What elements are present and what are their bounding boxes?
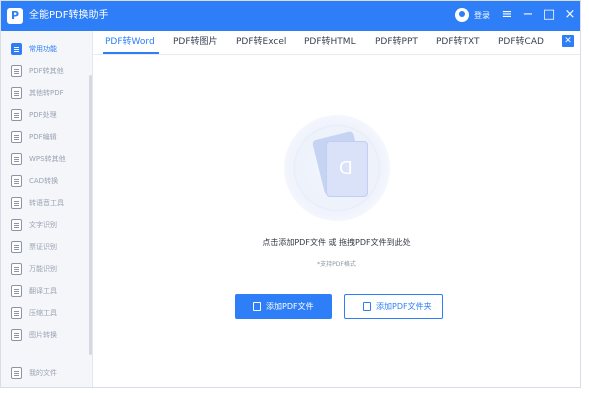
sidebar-item-common[interactable]: 常用功能: [1, 39, 93, 59]
app-window: P 全能PDF转换助手 登录 ≡ − □ × 常用功能 PDF转其他 其他转PD…: [0, 0, 581, 388]
wps-to-other-icon: [11, 153, 22, 165]
sidebar-item-label: PDF转其他: [29, 67, 64, 75]
tab-pdf-to-cad[interactable]: PDF转CAD: [498, 35, 544, 49]
app-title: 全能PDF转换助手: [29, 10, 109, 21]
sidebar-item-label: 我的文件: [29, 369, 57, 377]
sidebar-item-ocr[interactable]: 文字识别: [1, 215, 93, 235]
sidebar-item-compress[interactable]: 压缩工具: [1, 303, 93, 323]
compress-tool-icon: [11, 307, 22, 319]
sidebar-item-wps-to-other[interactable]: WPS转其他: [1, 149, 93, 169]
sidebar-item-label: WPS转其他: [29, 155, 66, 163]
tab-pdf-to-ppt[interactable]: PDF转PPT: [375, 35, 418, 49]
image-convert-icon: [11, 329, 22, 341]
sidebar-item-label: 常用功能: [29, 45, 57, 53]
tab-pdf-to-word[interactable]: PDF转Word: [105, 35, 155, 49]
universal-recognition-icon: [11, 263, 22, 275]
sidebar-item-ticket[interactable]: 票证识别: [1, 237, 93, 257]
main-panel: PDF转Word PDF转图片 PDF转Excel PDF转HTML PDF转P…: [93, 31, 580, 387]
menu-icon[interactable]: ≡: [499, 7, 515, 23]
conversion-tabs: PDF转Word PDF转图片 PDF转Excel PDF转HTML PDF转P…: [93, 31, 580, 55]
sidebar-item-label: 其他转PDF: [29, 89, 64, 97]
title-bar: P 全能PDF转换助手 登录 ≡ − □ ×: [1, 1, 580, 31]
sidebar-item-my-files[interactable]: 我的文件: [1, 363, 93, 383]
other-to-pdf-icon: [11, 87, 22, 99]
pdf-logo-icon: ᗡ: [339, 158, 353, 179]
app-logo-icon: P: [7, 8, 23, 24]
add-folder-icon: [363, 302, 371, 311]
sidebar-item-label: 文字识别: [29, 221, 57, 229]
tab-pdf-to-excel[interactable]: PDF转Excel: [236, 35, 286, 49]
tab-pdf-to-image[interactable]: PDF转图片: [173, 35, 218, 49]
close-icon[interactable]: ×: [562, 7, 578, 23]
add-file-icon: [253, 302, 261, 311]
add-folder-label: 添加PDF文件夹: [376, 302, 432, 311]
add-file-label: 添加PDF文件: [266, 302, 314, 311]
drop-zone-hint[interactable]: 点击添加PDF文件 或 拖拽PDF文件到此处: [93, 237, 580, 249]
add-pdf-folder-button[interactable]: 添加PDF文件夹: [344, 294, 443, 319]
add-pdf-file-button[interactable]: 添加PDF文件: [235, 294, 332, 319]
sidebar-item-label: PDF编辑: [29, 133, 57, 141]
sidebar-scrollbar[interactable]: [89, 75, 92, 355]
ticket-recognition-icon: [11, 241, 22, 253]
sidebar-item-pdf-process[interactable]: PDF处理: [1, 105, 93, 125]
sidebar-item-label: 翻译工具: [29, 287, 57, 295]
pdf-document-icon: ᗡ: [326, 141, 368, 197]
sidebar-item-label: 票证识别: [29, 243, 57, 251]
sidebar-item-label: PDF处理: [29, 111, 57, 119]
cad-convert-icon: [11, 175, 22, 187]
translate-tool-icon: [11, 285, 22, 297]
sidebar-item-label: 图片转换: [29, 331, 57, 339]
user-avatar-icon[interactable]: [455, 8, 469, 22]
pdf-to-other-icon: [11, 65, 22, 77]
sidebar-item-speech[interactable]: 转语音工具: [1, 193, 93, 213]
sidebar-item-cad[interactable]: CAD转换: [1, 171, 93, 191]
common-functions-icon: [11, 43, 22, 55]
tab-pdf-to-txt[interactable]: PDF转TXT: [436, 35, 480, 49]
sidebar: 常用功能 PDF转其他 其他转PDF PDF处理 PDF编辑 WPS转其他 CA…: [1, 31, 93, 387]
pdf-process-icon: [11, 109, 22, 121]
sidebar-item-label: 万能识别: [29, 265, 57, 273]
maximize-icon[interactable]: □: [541, 7, 557, 23]
my-files-icon: [11, 367, 22, 379]
sidebar-item-label: 压缩工具: [29, 309, 57, 317]
sidebar-item-image[interactable]: 图片转换: [1, 325, 93, 345]
supported-format-note: *支持PDF格式: [317, 261, 356, 268]
sidebar-item-pdf-to-other[interactable]: PDF转其他: [1, 61, 93, 81]
pdf-edit-icon: [11, 131, 22, 143]
sidebar-item-translate[interactable]: 翻译工具: [1, 281, 93, 301]
panel-close-icon[interactable]: ✕: [562, 35, 574, 47]
sidebar-item-other-to-pdf[interactable]: 其他转PDF: [1, 83, 93, 103]
text-recognition-icon: [11, 219, 22, 231]
tab-pdf-to-html[interactable]: PDF转HTML: [304, 35, 356, 49]
sidebar-item-label: CAD转换: [29, 177, 59, 185]
speech-tool-icon: [11, 197, 22, 209]
active-tab-indicator: [103, 52, 159, 54]
login-link[interactable]: 登录: [474, 9, 490, 23]
minimize-icon[interactable]: −: [520, 7, 536, 23]
sidebar-item-label: 转语音工具: [29, 199, 64, 207]
sidebar-item-universal[interactable]: 万能识别: [1, 259, 93, 279]
drop-zone-illustration[interactable]: ᗡ: [284, 115, 390, 221]
sidebar-item-pdf-edit[interactable]: PDF编辑: [1, 127, 93, 147]
